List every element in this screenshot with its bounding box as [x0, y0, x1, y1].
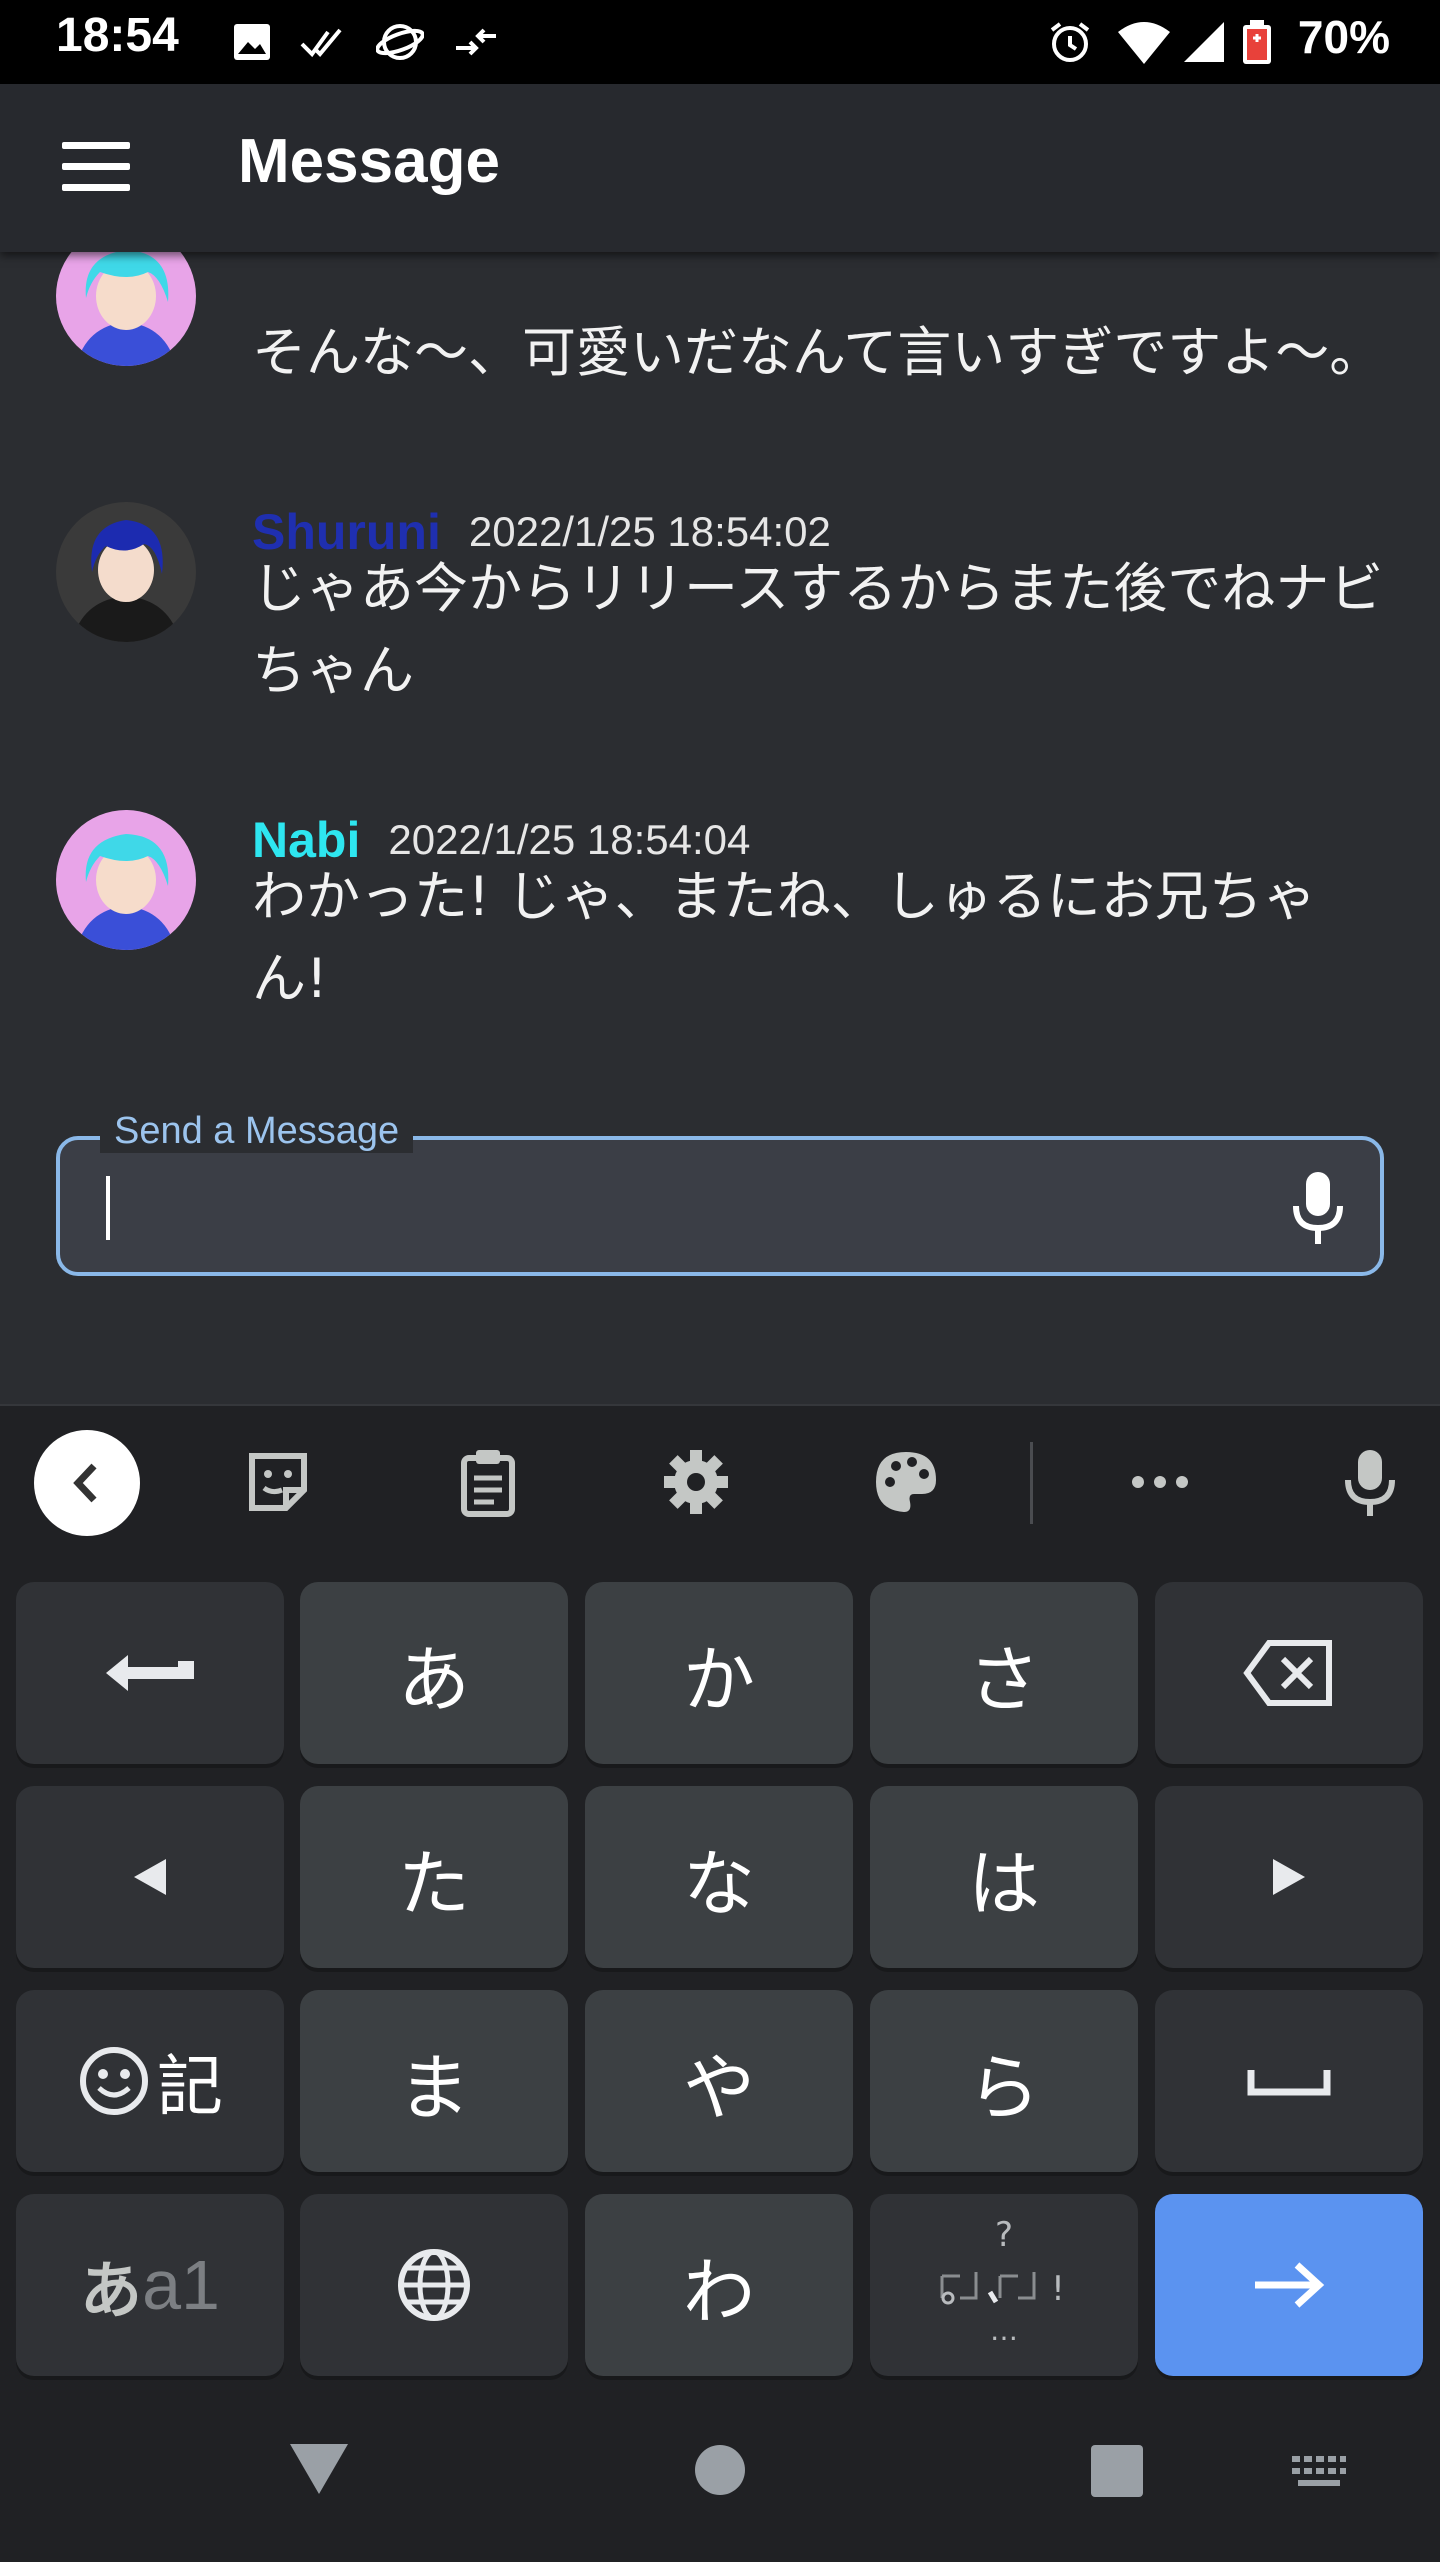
globe-icon: [398, 2249, 470, 2321]
key-space[interactable]: [1155, 1990, 1423, 2172]
kigou-label: 記: [157, 2048, 223, 2125]
alarm-icon: [1050, 22, 1090, 62]
message-text: そんな〜、可愛いだなんて言いすぎですよ〜。: [252, 321, 1384, 384]
key-sa[interactable]: さ: [870, 1582, 1138, 1764]
composer-label: Send a Message: [100, 1110, 414, 1153]
cell-signal-icon: [1184, 22, 1224, 62]
vpn-globe-icon: [376, 24, 424, 60]
page-title: Message: [238, 127, 500, 196]
message-composer[interactable]: Send a Message: [56, 1110, 1384, 1276]
key-ya[interactable]: や: [585, 1990, 853, 2172]
toolbar-divider: [1030, 1442, 1033, 1524]
recents-nav-square-icon[interactable]: [1090, 2444, 1144, 2498]
svg-text:?: ?: [995, 2215, 1013, 2255]
triangle-left-icon: [134, 1859, 166, 1895]
message-text: じゃあ今からリリースするからまた後でねナビちゃん: [252, 557, 1384, 702]
key-ta[interactable]: た: [300, 1786, 568, 1968]
sticker-icon[interactable]: [242, 1446, 314, 1518]
app-bar: Message: [0, 84, 1440, 252]
key-undo[interactable]: [16, 1582, 284, 1764]
key-ha[interactable]: は: [870, 1786, 1138, 1968]
avatar: [56, 810, 196, 950]
key-ka[interactable]: か: [585, 1582, 853, 1764]
battery-percent: 70%: [1297, 11, 1390, 63]
collapse-toolbar-button[interactable]: [34, 1430, 140, 1536]
status-bar: 18:54 70%: [0, 0, 1440, 84]
key-input-mode-switch[interactable]: あ a1: [16, 2194, 284, 2376]
more-options-icon[interactable]: [1124, 1446, 1196, 1518]
arrow-right-icon: [1255, 2262, 1325, 2308]
soft-keyboard: あ か さ た な は 記 ま や ら あ a1 わ ? ! …: [0, 1404, 1440, 2562]
home-nav-circle-icon[interactable]: [694, 2444, 746, 2496]
gear-icon[interactable]: [660, 1446, 732, 1518]
keyboard-toolbar: [0, 1406, 1440, 1556]
key-ra[interactable]: ら: [870, 1990, 1138, 2172]
key-emoji-symbols[interactable]: 記: [16, 1990, 284, 2172]
space-bar-icon: [1247, 2070, 1331, 2096]
avatar: [56, 502, 196, 642]
hamburger-menu-icon[interactable]: [62, 142, 130, 194]
status-time: 18:54: [56, 9, 179, 62]
keyboard-switcher-icon[interactable]: [1290, 2454, 1348, 2488]
voice-typing-mic-icon[interactable]: [1334, 1446, 1406, 1518]
svg-text:…: …: [990, 2314, 1018, 2347]
key-punctuation[interactable]: ? ! …: [870, 2194, 1138, 2376]
wifi-icon: [1118, 22, 1170, 64]
svg-text:!: !: [1051, 2269, 1065, 2309]
data-transfer-icon: [456, 28, 496, 56]
mode-label-alnum: a1: [142, 2246, 220, 2324]
smiley-icon: [80, 2047, 148, 2115]
key-enter[interactable]: [1155, 2194, 1423, 2376]
double-check-icon: [300, 28, 342, 58]
triangle-right-icon: [1273, 1859, 1305, 1895]
palette-icon[interactable]: [870, 1446, 942, 1518]
chevron-left-icon: [73, 1463, 97, 1503]
key-wa[interactable]: わ: [585, 2194, 853, 2376]
back-nav-triangle-icon[interactable]: [288, 2440, 350, 2496]
system-nav-bar: [0, 2390, 1440, 2560]
key-cursor-left[interactable]: [16, 1786, 284, 1968]
punctuation-glyphs-icon: ? ! …: [940, 2215, 1065, 2347]
message-list[interactable]: そんな〜、可愛いだなんて言いすぎですよ〜。 Shuruni 2022/1/25 …: [0, 252, 1440, 1052]
message-input[interactable]: [120, 1162, 1224, 1254]
key-a[interactable]: あ: [300, 1582, 568, 1764]
backspace-icon: [1243, 1640, 1332, 1706]
key-na[interactable]: な: [585, 1786, 853, 1968]
text-cursor: [106, 1176, 110, 1240]
voice-input-mic-icon[interactable]: [1290, 1170, 1346, 1246]
image-notification-icon: [234, 24, 270, 60]
clipboard-icon[interactable]: [452, 1446, 524, 1518]
key-backspace[interactable]: [1155, 1582, 1423, 1764]
avatar: [56, 252, 196, 366]
battery-charging-icon: [1243, 20, 1271, 64]
key-cursor-right[interactable]: [1155, 1786, 1423, 1968]
mode-label-kana: あ: [80, 2254, 143, 2327]
message-text: わかった! じゃ、またね、しゅるにお兄ちゃん!: [252, 865, 1317, 1010]
key-language-switch[interactable]: [300, 2194, 568, 2376]
undo-arrow-icon: [106, 1655, 194, 1691]
key-ma[interactable]: ま: [300, 1990, 568, 2172]
